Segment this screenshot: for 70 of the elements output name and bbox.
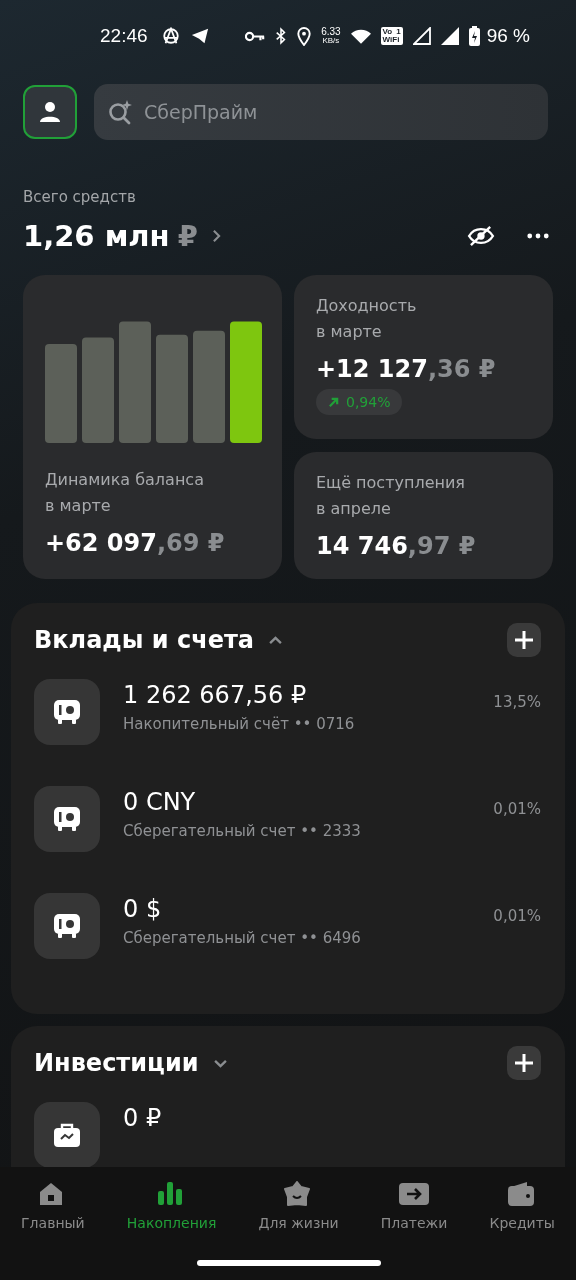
safe-icon [53, 699, 81, 725]
add-button[interactable] [507, 1046, 541, 1080]
briefcase-icon [53, 1122, 81, 1148]
chevron-up-icon [268, 635, 284, 645]
summary-card[interactable]: Доходность в марте +12 127,36 ₽ 0,94% [294, 275, 553, 439]
interest-rate: 0,01% [493, 800, 541, 818]
add-button[interactable] [507, 623, 541, 657]
signal-icon [412, 27, 431, 45]
nav-tab[interactable]: Накопления [126, 1181, 217, 1231]
account-name: Накопительный счёт •• 0716 [123, 715, 356, 733]
safe-icon [53, 806, 81, 832]
clock: 22:46 [100, 25, 148, 47]
account-balance: 0 $ [123, 895, 163, 923]
nav-tab[interactable]: Платежи [380, 1181, 448, 1231]
amount-decimals: ,69 ₽ [156, 529, 225, 557]
chevron-down-icon [212, 1058, 228, 1068]
vowifi-text: Vo [382, 28, 393, 36]
plus-icon [514, 1053, 534, 1073]
change-percent: 0,94% [346, 394, 391, 410]
battery-charging-icon [468, 26, 480, 46]
total-amount-link[interactable]: 1,26 млн ₽ [23, 219, 441, 253]
person-icon [38, 100, 62, 124]
currency-sign: ₽ [177, 219, 198, 253]
location-pin-icon [297, 26, 312, 46]
summary-card[interactable]: Ещё поступления в апреле 14 746,97 ₽ [294, 452, 553, 579]
total-label: Всего средств [23, 188, 137, 206]
interest-rate: 0,01% [493, 907, 541, 925]
amount-decimals: ,36 ₽ [427, 355, 496, 383]
amount: +12 127 [316, 355, 428, 383]
card-title: Ещё поступления в апреле [316, 472, 466, 520]
total-amount: 1,26 млн [23, 219, 170, 253]
arrow-card-icon [399, 1181, 430, 1207]
battery-level: 96 % [486, 25, 530, 47]
account-name: Сберегательный счет •• 6496 [123, 929, 362, 947]
profile-button[interactable] [23, 85, 77, 139]
amount-decimals: ,97 ₽ [407, 532, 476, 560]
plus-icon [514, 630, 534, 650]
amount: +62 097 [45, 529, 157, 557]
nav-tab[interactable]: Кредиты [489, 1181, 555, 1231]
network-speed: 6.33 [321, 27, 341, 37]
account-row[interactable]: 0 ₽ [34, 1102, 541, 1167]
nav-tab[interactable]: Главный [21, 1181, 85, 1231]
chevron-right-icon [211, 229, 221, 243]
vowifi-text: WiFi [382, 36, 401, 44]
speed-unit: KB/s [322, 37, 340, 45]
interest-rate: 13,5% [493, 693, 541, 711]
summary-card[interactable]: Динамика баланса в марте +62 097,69 ₽ [23, 275, 282, 579]
eye-crossed-icon [467, 225, 495, 247]
arrow-up-right-icon [328, 396, 339, 408]
account-row[interactable]: 0 CNY Сберегательный счет •• 2333 0,01% [34, 786, 541, 852]
more-icon [527, 233, 549, 239]
account-name: Сберегательный счет •• 2333 [123, 822, 362, 840]
wifi-icon [350, 28, 371, 44]
account-row[interactable]: 0 $ Сберегательный счет •• 6496 0,01% [34, 893, 541, 959]
safe-icon [53, 913, 81, 939]
signal-icon [440, 27, 459, 45]
card-title: Динамика баланса в марте [45, 469, 205, 517]
card-title: Доходность в марте [316, 295, 418, 343]
amount: 14 746 [316, 532, 408, 560]
sim-number: 1 [396, 28, 401, 36]
account-row[interactable]: 1 262 667,56 ₽ Накопительный счёт •• 0716 13,5% [34, 679, 541, 745]
sparkle-search-icon [108, 99, 134, 125]
key-icon [245, 30, 266, 42]
account-balance: 0 CNY [123, 788, 197, 816]
account-balance: 1 262 667,56 ₽ [123, 681, 308, 709]
bluetooth-icon [275, 27, 288, 45]
nav-tab[interactable]: Для жизни [258, 1181, 339, 1231]
account-balance: 0 ₽ [123, 1104, 163, 1132]
anarchy-icon [161, 27, 180, 45]
search-field[interactable]: СберПрайм [94, 84, 548, 140]
